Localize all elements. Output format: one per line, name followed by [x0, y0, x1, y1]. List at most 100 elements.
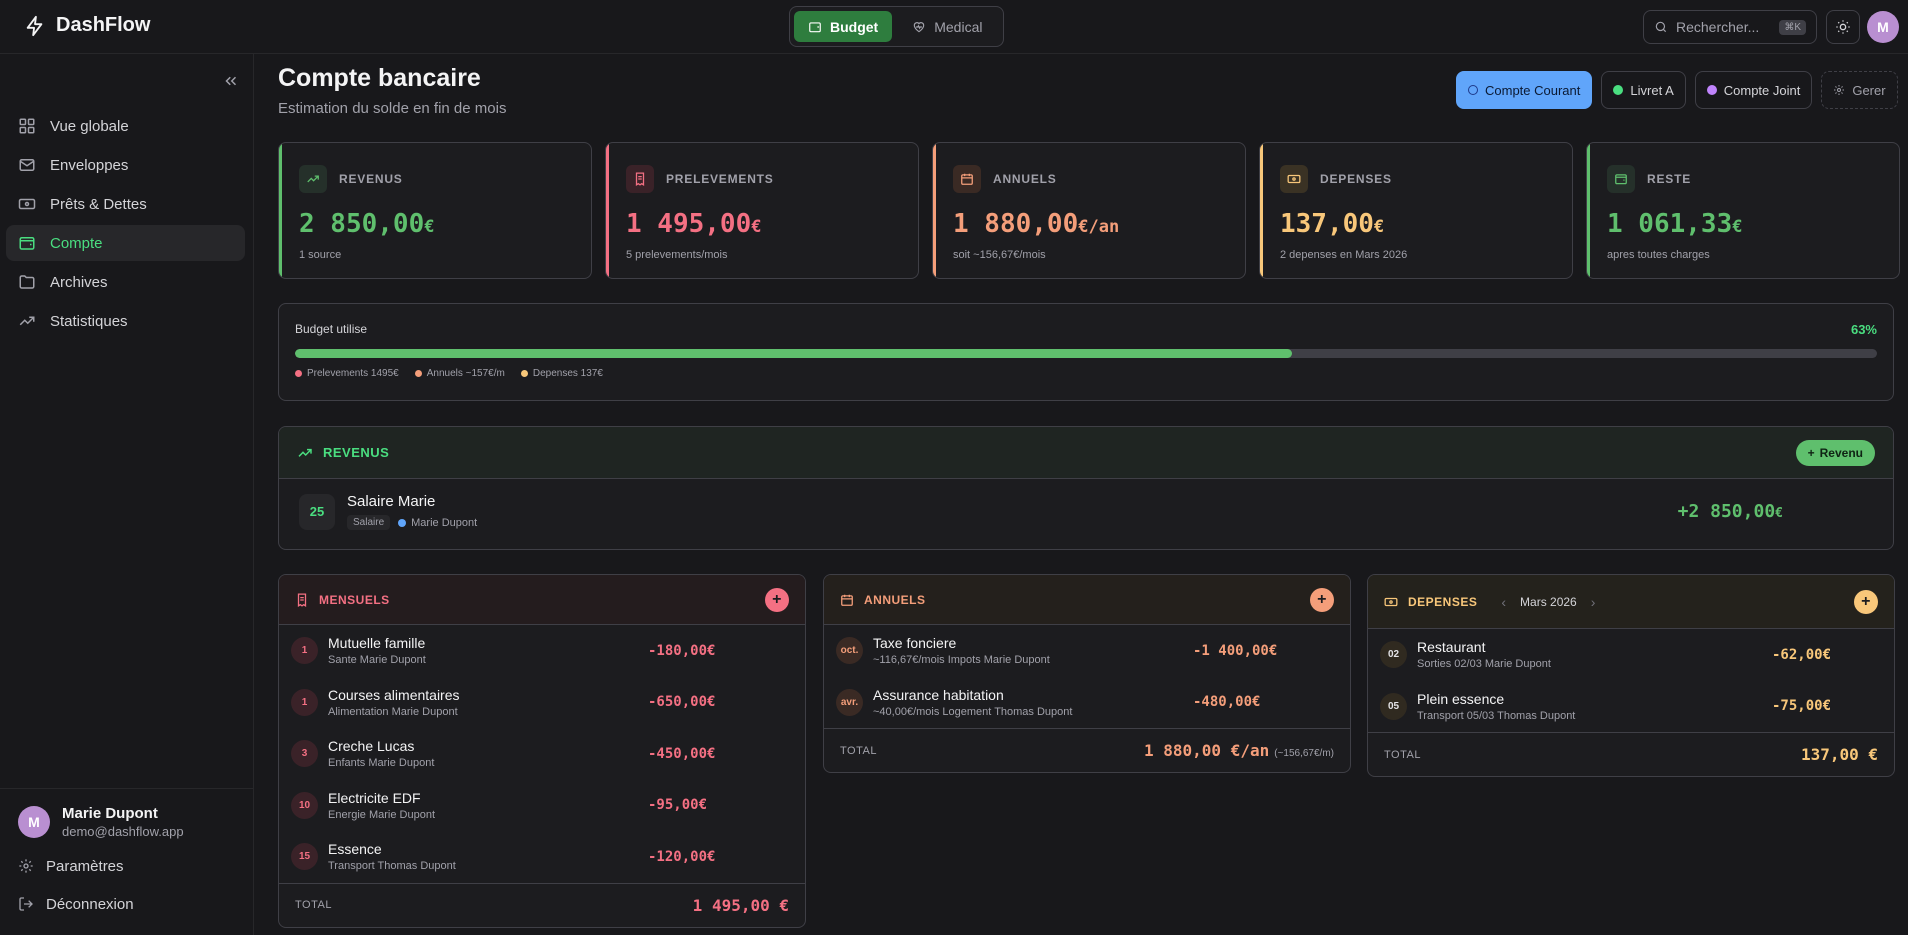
revenus-header: REVENUS + Revenu	[279, 427, 1893, 479]
add-revenu-label: Revenu	[1819, 445, 1863, 460]
stat-note: 5 prelevements/mois	[626, 249, 728, 261]
item-meta: ~40,00€/mois Logement Thomas Dupont	[873, 705, 1073, 718]
stat-card-annuels: ANNUELS 1 880,00€/an soit ~156,67€/mois	[932, 142, 1246, 279]
day-badge: 10	[291, 791, 318, 819]
total-subtext: (~156,67€/m)	[1274, 748, 1334, 759]
avatar[interactable]: M	[1867, 11, 1899, 43]
folder-icon	[19, 275, 35, 289]
list-item[interactable]: 3 Creche Lucas Enfants Marie Dupont -450,…	[279, 728, 805, 780]
sidebar-item-statistiques[interactable]: Statistiques	[6, 303, 245, 339]
item-amount: -75,00€	[1772, 698, 1832, 715]
item-title: Restaurant	[1417, 639, 1486, 656]
list-item[interactable]: 02 Restaurant Sorties 02/03 Marie Dupont …	[1368, 629, 1894, 681]
item-meta: ~116,67€/mois Impots Marie Dupont	[873, 654, 1050, 667]
receipt-icon	[297, 593, 307, 607]
app-logo[interactable]: DashFlow	[24, 14, 150, 37]
grid-icon	[19, 118, 35, 134]
stat-card-prelevements: PRELEVEMENTS 1 495,00€ 5 prelevements/mo…	[605, 142, 919, 279]
add-revenu-button[interactable]: + Revenu	[1795, 439, 1875, 466]
item-meta: Transport 05/03 Thomas Dupont	[1417, 709, 1576, 722]
settings-label: Paramètres	[46, 857, 124, 875]
stat-card-depenses: DEPENSES 137,00€ 2 depenses en Mars 2026	[1259, 142, 1573, 279]
annuels-total-row: TOTAL 1 880,00 €/an (~156,67€/m)	[824, 728, 1350, 772]
search-placeholder: Rechercher...	[1676, 19, 1760, 35]
chevron-left-icon[interactable]: ‹	[1501, 594, 1506, 610]
add-mensuel-button[interactable]: +	[765, 587, 789, 612]
revenus-panel: REVENUS + Revenu 25 Salaire Marie Salair…	[278, 426, 1894, 550]
add-annuel-button[interactable]: +	[1310, 587, 1334, 612]
user-profile[interactable]: M Marie Dupont demo@dashflow.app	[0, 789, 254, 847]
stat-cards: REVENUS 2 850,00€ 1 source PRELEVEMENTS …	[278, 142, 1900, 279]
list-item[interactable]: 10 Electricite EDF Energie Marie Dupont -…	[279, 780, 805, 832]
stat-unit: €	[751, 217, 762, 237]
sidebar-item-archives[interactable]: Archives	[6, 264, 245, 300]
account-label: Livret A	[1630, 82, 1674, 98]
total-value: 1 880,00 €/an (~156,67€/m)	[1144, 741, 1334, 760]
legend-item-depenses: Depenses 137€	[520, 368, 603, 379]
budget-progress-track	[295, 349, 1877, 358]
collapse-sidebar-icon[interactable]	[222, 72, 240, 90]
add-depense-button[interactable]: +	[1854, 589, 1878, 614]
list-item[interactable]: 25 Salaire Marie Salaire Marie Dupont +2…	[279, 479, 1893, 544]
logout-link[interactable]: Déconnexion	[0, 885, 254, 923]
list-item[interactable]: 15 Essence Transport Thomas Dupont -120,0…	[279, 831, 805, 883]
list-item[interactable]: 05 Plein essence Transport 05/03 Thomas D…	[1368, 681, 1894, 733]
category-tag: Salaire	[347, 515, 391, 530]
item-amount: -180,00€	[648, 642, 716, 659]
chevron-right-icon[interactable]: ›	[1591, 594, 1596, 610]
wallet-icon	[1607, 165, 1635, 193]
day-badge: 05	[1380, 692, 1407, 720]
account-livret-a-button[interactable]: Livret A	[1601, 71, 1686, 109]
list-item[interactable]: avr. Assurance habitation ~40,00€/mois Lo…	[824, 677, 1350, 729]
search-box[interactable]: Rechercher... ⌘K	[1643, 10, 1817, 44]
account-compte-courant-button[interactable]: Compte Courant	[1456, 71, 1593, 109]
stat-unit: €	[424, 217, 435, 237]
trend-up-icon	[299, 165, 327, 193]
stat-unit: €	[1373, 217, 1385, 237]
stat-note: 2 depenses en Mars 2026	[1280, 249, 1408, 261]
sidebar-footer: M Marie Dupont demo@dashflow.app Paramèt…	[0, 788, 254, 923]
mensuels-header: MENSUELS +	[279, 575, 805, 625]
sidebar-item-vue-globale[interactable]: Vue globale	[6, 108, 245, 144]
sidebar-item-label: Prêts & Dettes	[50, 195, 147, 213]
sidebar-item-enveloppes[interactable]: Enveloppes	[6, 147, 245, 183]
theme-toggle-button[interactable]	[1826, 10, 1860, 44]
stat-value: 137,00	[1280, 209, 1374, 239]
list-item[interactable]: 1 Mutuelle famille Sante Marie Dupont -18…	[279, 625, 805, 677]
sidebar-item-label: Statistiques	[50, 312, 128, 330]
manage-accounts-button[interactable]: Gerer	[1821, 71, 1898, 109]
list-item[interactable]: 1 Courses alimentaires Alimentation Marie…	[279, 677, 805, 729]
stat-note: soit ~156,67€/mois	[953, 249, 1046, 261]
mode-medical-button[interactable]: Medical	[898, 11, 996, 42]
stat-note: 1 source	[299, 249, 342, 261]
account-compte-joint-button[interactable]: Compte Joint	[1694, 71, 1813, 109]
page-subtitle: Estimation du solde en fin de mois	[278, 100, 507, 117]
stat-label: RESTE	[1647, 172, 1692, 186]
day-badge: 25	[299, 493, 335, 530]
banknote-icon	[1280, 165, 1308, 193]
sidebar-nav: Vue globale Enveloppes Prêts & Dettes Co…	[6, 108, 245, 342]
sidebar-item-prets-dettes[interactable]: Prêts & Dettes	[6, 186, 245, 222]
stat-label: ANNUELS	[993, 172, 1057, 186]
mensuels-panel: MENSUELS + 1 Mutuelle famille Sante Marie…	[278, 574, 806, 928]
stat-value: 1 880,00	[953, 209, 1079, 239]
logout-label: Déconnexion	[46, 895, 134, 913]
sidebar-item-compte[interactable]: Compte	[6, 225, 245, 261]
item-title: Courses alimentaires	[328, 686, 460, 703]
mode-budget-button[interactable]: Budget	[794, 11, 893, 42]
sidebar-item-label: Enveloppes	[50, 156, 129, 174]
user-name: Marie Dupont	[62, 805, 158, 822]
item-amount: -480,00€	[1193, 694, 1261, 711]
settings-link[interactable]: Paramètres	[0, 847, 254, 885]
user-email: demo@dashflow.app	[62, 824, 184, 839]
stat-label: DEPENSES	[1320, 172, 1392, 186]
user-avatar: M	[18, 806, 50, 838]
total-label: TOTAL	[840, 744, 877, 757]
budget-progress-fill	[295, 349, 1292, 358]
list-item[interactable]: oct. Taxe fonciere ~116,67€/mois Impots M…	[824, 625, 1350, 677]
budget-usage-card: Budget utilise 63% Prelevements 1495€ An…	[278, 303, 1894, 401]
budget-label: Budget utilise	[295, 322, 368, 336]
depenses-panel: DEPENSES ‹ Mars 2026 › + 02 Restaurant So…	[1367, 574, 1895, 777]
mensuels-title: MENSUELS	[319, 592, 390, 607]
account-dot	[1468, 85, 1478, 95]
